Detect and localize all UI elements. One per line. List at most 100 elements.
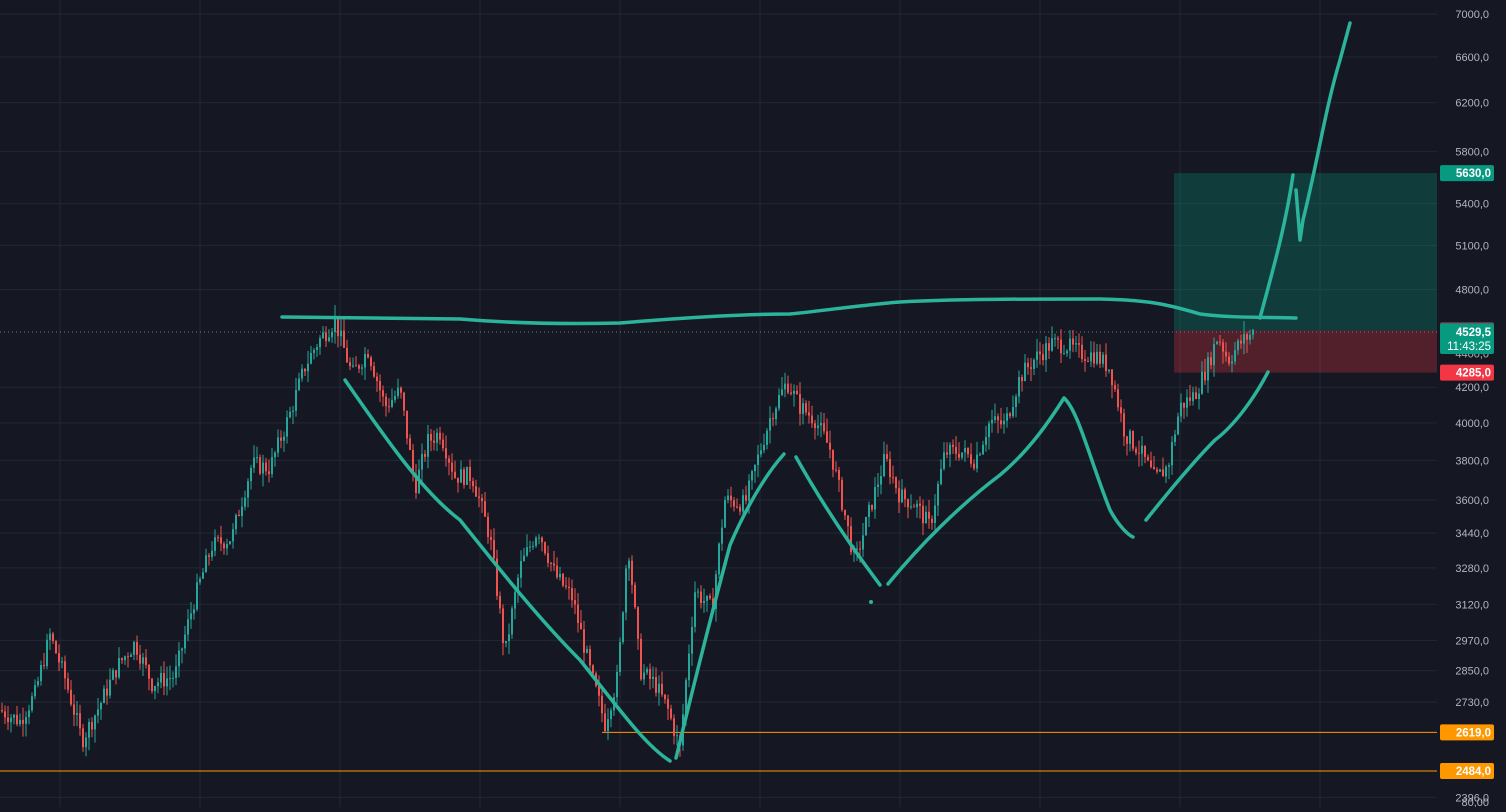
candle-body xyxy=(175,666,177,678)
candle-body xyxy=(376,376,378,382)
candle-body xyxy=(991,419,993,424)
candle-body xyxy=(1204,371,1206,381)
candle-body xyxy=(697,591,699,593)
candle-body xyxy=(1096,351,1098,364)
candle-body xyxy=(799,393,801,414)
candle-body xyxy=(1072,338,1074,345)
candle-body xyxy=(481,498,483,502)
candle-body xyxy=(262,462,264,474)
candle-body xyxy=(631,560,633,585)
profit-zone[interactable] xyxy=(1174,173,1437,331)
candle-body xyxy=(745,495,747,501)
candle-body xyxy=(1246,334,1248,340)
candle-body xyxy=(982,444,984,455)
candle-body xyxy=(187,619,189,635)
candle-body xyxy=(1123,413,1125,437)
candle-body xyxy=(163,673,165,687)
price-chart-svg[interactable]: 7000,0 6600,0 6200,0 5800,0 5400,0 5100,0 4800… xyxy=(0,0,1506,809)
candle-body xyxy=(661,683,663,695)
candle-body xyxy=(538,537,540,539)
candle-body xyxy=(1030,367,1032,369)
candle-body xyxy=(1201,371,1203,394)
candle-body xyxy=(493,539,495,559)
candle-body xyxy=(4,711,6,718)
candle-body xyxy=(988,423,990,438)
candle-body xyxy=(883,454,885,477)
candle-body xyxy=(709,595,711,599)
candle-body xyxy=(91,722,93,730)
candle-body xyxy=(979,454,981,456)
candle-body xyxy=(13,714,15,718)
candle-body xyxy=(718,543,720,575)
candle-body xyxy=(847,515,849,527)
candle-body xyxy=(241,506,243,516)
candle-body xyxy=(1213,344,1215,366)
candle-body xyxy=(436,432,438,443)
candle-body xyxy=(202,572,204,579)
candle-body xyxy=(808,412,810,416)
y-tick-label: 2850,0 xyxy=(1455,666,1489,678)
candle-body xyxy=(757,454,759,465)
candle-body xyxy=(103,688,105,704)
candle-body xyxy=(580,622,582,630)
candle-body xyxy=(706,595,708,601)
y-tick-label: 5800,0 xyxy=(1455,146,1489,158)
candle-body xyxy=(289,411,291,418)
candle-body xyxy=(838,470,840,480)
candle-body xyxy=(52,633,54,642)
candle-body xyxy=(100,703,102,710)
candle-body xyxy=(826,431,828,443)
candle-body xyxy=(205,555,207,573)
candle-body xyxy=(649,668,651,679)
candle-body xyxy=(181,648,183,651)
candle-body xyxy=(244,497,246,507)
candle-body xyxy=(523,555,525,562)
candle-body xyxy=(190,613,192,620)
candle-body xyxy=(916,503,918,508)
candle-body xyxy=(529,546,531,548)
candle-body xyxy=(667,699,669,709)
candle-body xyxy=(871,504,873,510)
trading-chart[interactable]: 7000,0 6600,0 6200,0 5800,0 5400,0 5100,0 4800… xyxy=(0,0,1506,809)
freehand-dot[interactable] xyxy=(869,600,873,604)
candle-body xyxy=(1150,460,1152,468)
candle-body xyxy=(1252,329,1254,335)
candle-body xyxy=(919,503,921,506)
candle-body xyxy=(928,511,930,519)
candle-body xyxy=(148,664,150,679)
candle-body xyxy=(1075,343,1077,345)
candle-body xyxy=(1141,445,1143,454)
candle-body xyxy=(226,544,228,549)
candle-body xyxy=(265,462,267,472)
candle-body xyxy=(688,653,690,681)
candle-body xyxy=(172,677,174,679)
candle-body xyxy=(694,592,696,627)
candle-body xyxy=(1207,357,1209,381)
candle-body xyxy=(592,665,594,674)
candle-body xyxy=(880,476,882,485)
candle-body xyxy=(901,489,903,503)
candle-body xyxy=(1171,442,1173,466)
candle-body xyxy=(703,600,705,604)
candle-body xyxy=(1027,362,1029,368)
candle-body xyxy=(541,537,543,543)
candle-body xyxy=(793,390,795,394)
candle-body xyxy=(1153,467,1155,470)
candle-body xyxy=(898,488,900,503)
candle-body xyxy=(1162,469,1164,477)
candle-body xyxy=(70,689,72,705)
candle-body xyxy=(955,446,957,454)
candle-body xyxy=(658,683,660,693)
candle-body xyxy=(1099,351,1101,364)
candle-body xyxy=(19,719,21,725)
candle-body xyxy=(130,654,132,658)
candle-body xyxy=(868,504,870,517)
y-tick-label: 5100,0 xyxy=(1455,240,1489,252)
candle-body xyxy=(67,678,69,690)
candle-body xyxy=(1006,413,1008,421)
candle-body xyxy=(214,537,216,551)
candle-body xyxy=(637,607,639,639)
candle-body xyxy=(829,442,831,450)
candle-body xyxy=(355,365,357,367)
candle-body xyxy=(463,469,465,485)
